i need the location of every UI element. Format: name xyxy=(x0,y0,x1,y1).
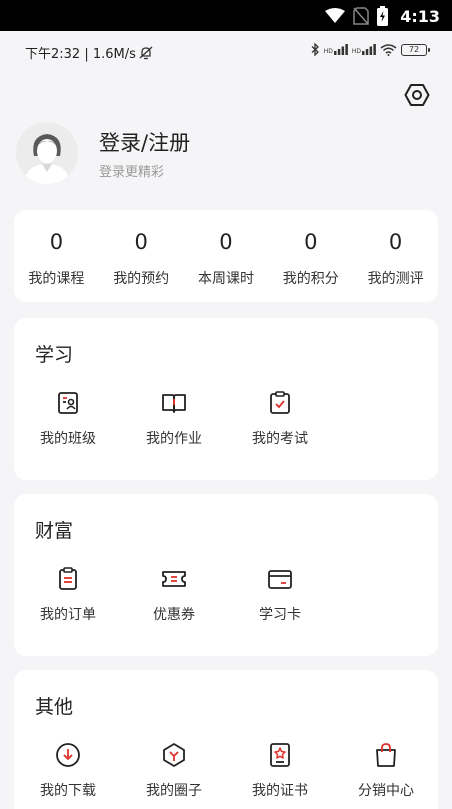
menu-item-my-certificates[interactable]: 我的证书 xyxy=(238,742,322,806)
stat-label: 我的测评 xyxy=(367,271,424,287)
wifi-icon xyxy=(380,44,397,56)
menu-item-my-orders[interactable]: 我的订单 xyxy=(26,566,110,630)
menu-item-label: 我的证书 xyxy=(252,783,308,799)
menu-item-label: 我的订单 xyxy=(40,607,96,623)
order-icon xyxy=(59,567,77,590)
study-section: 学习 我的班级 我的作业 我的考试 xyxy=(14,318,438,480)
homework-book-icon xyxy=(162,394,186,413)
circle-icon xyxy=(163,743,185,767)
shopping-bag-icon xyxy=(376,743,396,767)
menu-item-label: 我的班级 xyxy=(40,431,96,447)
mute-bell-icon xyxy=(139,46,153,59)
settings-hexagon-icon xyxy=(404,84,430,106)
stat-value: 0 xyxy=(134,230,148,254)
wifi-icon xyxy=(325,8,346,23)
battery-icon: 72 xyxy=(401,43,430,56)
stat-my-courses[interactable]: 0 我的课程 xyxy=(14,210,99,302)
stat-label: 本周课时 xyxy=(197,271,254,287)
login-subtitle: 登录更精彩 xyxy=(99,165,165,180)
menu-item-my-homework[interactable]: 我的作业 xyxy=(132,390,216,454)
login-title[interactable]: 登录/注册 xyxy=(99,127,190,157)
signal-icon-1: HD xyxy=(324,44,348,55)
exam-clipboard-icon xyxy=(270,391,290,414)
settings-button[interactable] xyxy=(404,82,430,108)
certificate-icon xyxy=(270,743,290,767)
coupon-icon xyxy=(162,571,186,587)
menu-item-my-exam[interactable]: 我的考试 xyxy=(238,390,322,454)
menu-item-label: 我的圈子 xyxy=(146,783,202,799)
class-icon xyxy=(58,392,78,414)
system-time: 4:13 xyxy=(400,6,440,26)
other-section: 其他 我的下载 我的圈子 我的证书 分销中心 xyxy=(14,670,438,809)
stat-value: 0 xyxy=(219,230,233,254)
stat-my-assessments[interactable]: 0 我的测评 xyxy=(353,210,438,302)
time-speed-text: 下午2:32 | 1.6M/s xyxy=(25,47,136,62)
study-card-icon xyxy=(268,570,292,589)
stat-label: 我的预约 xyxy=(113,271,170,287)
stat-label: 我的积分 xyxy=(282,271,339,287)
menu-item-label: 我的考试 xyxy=(252,431,308,447)
wealth-section: 财富 我的订单 优惠券 学习卡 xyxy=(14,494,438,656)
status-row: 下午2:32 | 1.6M/s HD HD 72 xyxy=(0,31,452,73)
stat-value: 0 xyxy=(49,230,64,254)
stats-card: 0 我的课程 0 我的预约 0 本周课时 0 我的积分 0 我的测评 xyxy=(14,210,438,302)
bluetooth-icon xyxy=(311,43,319,56)
menu-item-label: 优惠券 xyxy=(153,607,195,623)
section-title: 其他 xyxy=(35,696,74,718)
signal-icon-2: HD xyxy=(352,44,376,55)
menu-item-label: 我的作业 xyxy=(146,431,202,447)
stat-weekly-hours[interactable]: 0 本周课时 xyxy=(184,210,269,302)
battery-charging-icon xyxy=(377,6,389,26)
menu-item-my-class[interactable]: 我的班级 xyxy=(26,390,110,454)
system-status-bar: 4:13 xyxy=(0,0,452,31)
stat-value: 0 xyxy=(304,230,318,254)
stat-value: 0 xyxy=(388,230,403,254)
menu-item-my-circle[interactable]: 我的圈子 xyxy=(132,742,216,806)
stat-label: 我的课程 xyxy=(28,271,85,287)
menu-item-coupons[interactable]: 优惠券 xyxy=(132,566,216,630)
menu-item-my-downloads[interactable]: 我的下载 xyxy=(26,742,110,806)
avatar[interactable] xyxy=(16,122,78,184)
section-title: 学习 xyxy=(35,344,74,366)
menu-item-distribution-center[interactable]: 分销中心 xyxy=(344,742,428,806)
menu-item-study-card[interactable]: 学习卡 xyxy=(238,566,322,630)
section-title: 财富 xyxy=(35,520,74,542)
no-sim-icon xyxy=(353,7,369,25)
stat-my-appointments[interactable]: 0 我的预约 xyxy=(99,210,184,302)
download-icon xyxy=(56,743,80,767)
menu-item-label: 分销中心 xyxy=(358,783,414,799)
default-avatar-icon xyxy=(16,122,78,184)
menu-item-label: 学习卡 xyxy=(259,607,301,623)
menu-item-label: 我的下载 xyxy=(40,783,96,799)
stat-my-points[interactable]: 0 我的积分 xyxy=(268,210,353,302)
login-profile[interactable]: 登录/注册 登录更精彩 xyxy=(16,122,376,186)
